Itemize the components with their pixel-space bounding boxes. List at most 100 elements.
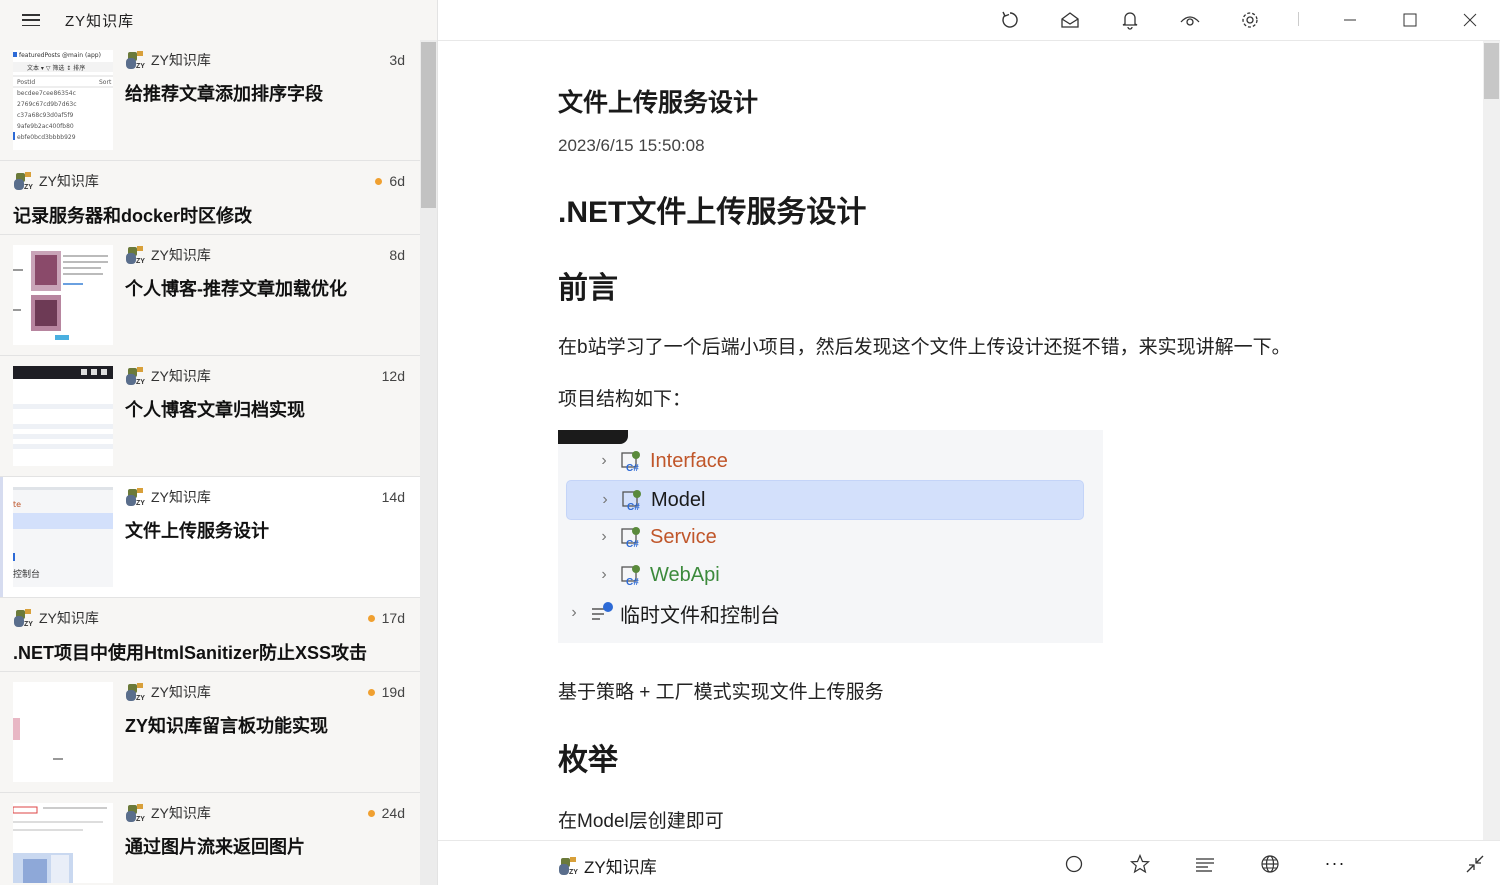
notification-button[interactable] bbox=[1107, 0, 1153, 40]
refresh-button[interactable] bbox=[987, 0, 1033, 40]
maximize-button[interactable] bbox=[1387, 0, 1433, 40]
csharp-project-icon: C# bbox=[620, 525, 644, 550]
svg-text:ZY: ZY bbox=[136, 695, 145, 702]
feed-date: 14d bbox=[382, 489, 405, 505]
zy-logo-icon: ZY bbox=[558, 856, 578, 876]
text-format-button[interactable] bbox=[1182, 841, 1228, 886]
feed-pane: ZY知识库 featuredPosts @main (app) 文本 ▾ ▽ 筛… bbox=[0, 0, 438, 885]
gear-icon bbox=[1242, 12, 1258, 28]
article-thumbnail bbox=[13, 803, 113, 883]
view-button[interactable] bbox=[1167, 0, 1213, 40]
csharp-project-icon: C# bbox=[620, 449, 644, 474]
feed-item-selected[interactable]: te 控制台 ZY ZY知识库 14d 文件上传服务设计 bbox=[0, 477, 420, 598]
feed-date: 8d bbox=[389, 247, 405, 263]
more-button[interactable]: ··· bbox=[1312, 841, 1358, 886]
feed-date: 17d bbox=[367, 610, 405, 626]
settings-button[interactable] bbox=[1227, 0, 1273, 40]
article-view[interactable]: 文件上传服务设计 2023/6/15 15:50:08 .NET文件上传服务设计… bbox=[438, 41, 1483, 840]
mark-all-read-button[interactable] bbox=[1047, 0, 1093, 40]
svg-text:ZY: ZY bbox=[24, 621, 33, 628]
unread-dot bbox=[367, 614, 375, 622]
feed-source-name: ZY知识库 bbox=[151, 489, 211, 505]
tree-row-model: › C# Model bbox=[566, 480, 1084, 520]
feed-title: 给推荐文章添加排序字段 bbox=[125, 84, 323, 104]
feed-date-text: 12d bbox=[381, 368, 405, 384]
chevron-right-icon: › bbox=[601, 452, 607, 469]
article-scrollbar[interactable] bbox=[1483, 41, 1500, 840]
zy-logo-icon: ZY bbox=[125, 366, 145, 386]
more-icon: ··· bbox=[1324, 853, 1346, 873]
feed-source: ZY ZY知识库 bbox=[13, 171, 99, 191]
feed-source-name: ZY知识库 bbox=[151, 805, 211, 821]
thumb-row-text: c37a68c93d0af5f9 bbox=[17, 112, 74, 119]
top-toolbar bbox=[438, 0, 1500, 41]
feed-title: 个人博客文章归档实现 bbox=[125, 400, 305, 420]
article-scrollbar-thumb[interactable] bbox=[1484, 43, 1499, 99]
chevron-right-icon: › bbox=[601, 566, 607, 583]
collapse-icon bbox=[1466, 855, 1484, 872]
thumb-label-text: 控制台 bbox=[13, 568, 40, 580]
section-heading: 前言 bbox=[558, 272, 618, 305]
svg-text:ZY: ZY bbox=[569, 869, 578, 876]
paragraph: 项目结构如下： bbox=[558, 389, 692, 410]
feed-date: 6d bbox=[375, 173, 405, 189]
feed-date-text: 19d bbox=[381, 684, 405, 700]
feed-source-name: ZY知识库 bbox=[151, 247, 211, 263]
feed-date: 19d bbox=[367, 684, 405, 700]
hamburger-menu-icon[interactable] bbox=[22, 14, 40, 26]
circle-icon bbox=[1065, 855, 1083, 872]
maximize-icon bbox=[1403, 13, 1417, 27]
thumb-prefix-text: te bbox=[13, 500, 21, 509]
close-button[interactable] bbox=[1447, 0, 1493, 40]
svg-text:C#: C# bbox=[626, 463, 639, 473]
feed-item[interactable]: ZY ZY知识库 19d ZY知识库留言板功能实现 bbox=[0, 672, 420, 793]
app-title: ZY知识库 bbox=[65, 12, 135, 30]
mark-all-read-icon bbox=[1061, 12, 1079, 28]
zy-logo-icon: ZY bbox=[125, 682, 145, 702]
footer-source[interactable]: ZY ZY知识库 bbox=[558, 853, 657, 878]
thumb-row-text: 2769c67cd9b7d63c bbox=[17, 101, 77, 108]
feed-source-name: ZY知识库 bbox=[151, 368, 211, 384]
feed-source: ZY ZY知识库 bbox=[125, 366, 211, 386]
feed-item[interactable]: ZY ZY知识库 8d 个人博客-推荐文章加载优化 bbox=[0, 235, 420, 356]
feed-scrollbar-thumb[interactable] bbox=[421, 42, 436, 208]
eye-icon bbox=[1180, 16, 1200, 26]
unread-dot bbox=[367, 688, 375, 696]
article-title: 文件上传服务设计 bbox=[558, 89, 759, 117]
mark-unread-button[interactable] bbox=[1051, 841, 1097, 886]
article-thumbnail bbox=[13, 366, 113, 466]
open-in-browser-button[interactable] bbox=[1247, 841, 1293, 886]
unread-dot bbox=[367, 809, 375, 817]
feed-header: ZY知识库 bbox=[0, 0, 437, 40]
feed-date-text: 17d bbox=[381, 610, 405, 626]
feed-item[interactable]: ZY ZY知识库 6d 记录服务器和docker时区修改 bbox=[0, 161, 420, 235]
thumb-header-text: featuredPosts @main (app) bbox=[19, 52, 101, 59]
svg-text:ZY: ZY bbox=[136, 379, 145, 386]
feed-item[interactable]: ZY ZY知识库 24d 通过图片流来返回图片 bbox=[0, 793, 420, 885]
scratch-files-icon bbox=[590, 601, 614, 625]
tree-row-scratch: › 临时文件和控制台 bbox=[566, 594, 1082, 632]
collapse-button[interactable] bbox=[1452, 841, 1498, 886]
feed-scrollbar[interactable] bbox=[420, 40, 437, 885]
zy-logo-icon: ZY bbox=[13, 171, 33, 191]
paragraph: 在Model层创建即可 bbox=[558, 811, 724, 832]
svg-text:ZY: ZY bbox=[136, 816, 145, 823]
feed-item[interactable]: ZY ZY知识库 12d 个人博客文章归档实现 bbox=[0, 356, 420, 477]
toolbar-divider bbox=[1298, 12, 1299, 26]
feed-date-text: 24d bbox=[381, 805, 405, 821]
minimize-button[interactable] bbox=[1327, 0, 1373, 40]
paragraph: 基于策略 + 工厂模式实现文件上传服务 bbox=[558, 682, 884, 703]
feed-source-name: ZY知识库 bbox=[39, 173, 99, 189]
text-format-icon bbox=[1196, 857, 1214, 872]
chevron-right-icon: › bbox=[602, 491, 608, 508]
zy-logo-icon: ZY bbox=[125, 245, 145, 265]
unread-dot bbox=[375, 177, 383, 185]
tree-label: Service bbox=[650, 525, 717, 548]
feed-source: ZY ZY知识库 bbox=[125, 245, 211, 265]
star-button[interactable] bbox=[1117, 841, 1163, 886]
feed-item[interactable]: ZY ZY知识库 17d .NET项目中使用HtmlSanitizer防止XSS… bbox=[0, 598, 420, 672]
feed-item[interactable]: featuredPosts @main (app) 文本 ▾ ▽ 筛选 ↕ 排序… bbox=[0, 40, 420, 161]
article-thumbnail: te 控制台 bbox=[13, 487, 113, 587]
zy-logo-icon: ZY bbox=[125, 50, 145, 70]
feed-source: ZY ZY知识库 bbox=[125, 682, 211, 702]
